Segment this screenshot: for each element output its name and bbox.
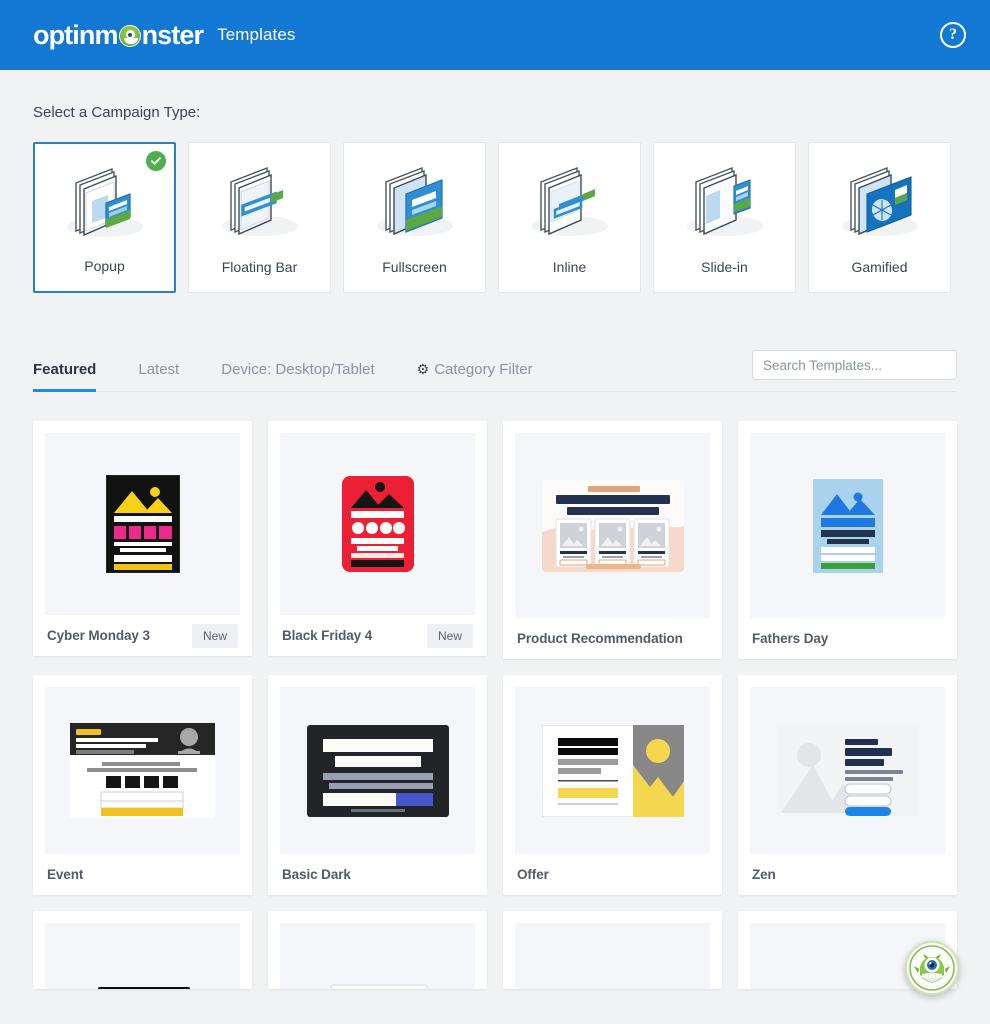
- campaign-type-slide-in-label: Slide-in: [701, 259, 748, 275]
- campaign-type-inline-label: Inline: [552, 259, 587, 275]
- template-name: Offer: [517, 867, 549, 882]
- template-grid: Cyber Monday 3 New Black Friday 4 New Pr…: [33, 421, 973, 989]
- template-preview: [45, 923, 240, 989]
- popup-campaign-icon: [66, 167, 143, 237]
- new-badge: New: [191, 623, 238, 648]
- campaign-type-inline[interactable]: Inline: [498, 142, 641, 293]
- template-card-partial-1[interactable]: [33, 911, 252, 989]
- template-footer: Cyber Monday 3 New: [33, 615, 252, 656]
- template-name: Black Friday 4: [282, 628, 373, 643]
- partial-dark-preview: [97, 987, 190, 989]
- campaign-type-fullscreen[interactable]: Fullscreen: [343, 142, 486, 293]
- tab-category-filter-label: Category Filter: [434, 361, 533, 378]
- header-actions: ?: [940, 22, 966, 48]
- event-preview: [70, 723, 215, 818]
- search-input[interactable]: [752, 350, 957, 380]
- logo-text: optinm nster: [33, 19, 204, 50]
- fullscreen-campaign-icon: [376, 166, 453, 236]
- template-name: Basic Dark: [282, 867, 351, 882]
- template-card-basic-dark[interactable]: Basic Dark: [268, 675, 487, 895]
- template-preview: [750, 687, 945, 854]
- new-badge: New: [426, 623, 473, 648]
- tab-featured-label: Featured: [33, 361, 97, 378]
- template-name: Product Recommendation: [517, 631, 683, 646]
- optinmonster-logo[interactable]: optinm nster Templates: [33, 19, 296, 50]
- cyber-monday-3-preview: [105, 475, 180, 573]
- template-preview: [45, 687, 240, 854]
- partial-orange-preview: [542, 955, 684, 989]
- template-footer: Product Recommendation: [503, 618, 722, 659]
- tab-latest[interactable]: Latest: [138, 361, 179, 391]
- template-preview: [750, 433, 945, 618]
- template-card-fathers-day[interactable]: Fathers Day: [738, 421, 957, 659]
- template-filter-tabbar: Featured Latest Device: Desktop/Tablet ⚙…: [33, 340, 957, 392]
- floating-bar-campaign-icon: [221, 166, 298, 236]
- logo-text-part1: optinm: [33, 19, 118, 50]
- template-footer: Event: [33, 854, 252, 895]
- template-preview: [515, 687, 710, 854]
- product-recommendation-preview: [541, 479, 684, 572]
- slide-in-campaign-icon: [686, 166, 763, 236]
- template-footer: Black Friday 4 New: [268, 615, 487, 656]
- template-name: Cyber Monday 3: [47, 628, 150, 643]
- template-card-partial-2[interactable]: [268, 911, 487, 989]
- template-card-product-recommendation[interactable]: Product Recommendation: [503, 421, 722, 659]
- campaign-type-popup[interactable]: Popup: [33, 142, 176, 293]
- template-footer: Fathers Day: [738, 618, 957, 659]
- inline-campaign-icon: [531, 166, 608, 236]
- monster-mouth-icon: [123, 38, 138, 44]
- app-header: optinm nster Templates ?: [0, 0, 990, 70]
- template-preview: [280, 433, 475, 615]
- template-card-offer[interactable]: Offer: [503, 675, 722, 895]
- gamified-campaign-icon: [841, 166, 918, 236]
- template-footer: Basic Dark: [268, 854, 487, 895]
- campaign-type-slide-in[interactable]: Slide-in: [653, 142, 796, 293]
- page-title: Templates: [217, 25, 296, 44]
- black-friday-4-preview: [341, 476, 414, 572]
- campaign-type-list: Popup Floating Bar Fullscreen Inline Sli…: [33, 142, 990, 293]
- template-footer: Zen: [738, 854, 957, 895]
- campaign-type-popup-label: Popup: [84, 258, 125, 274]
- template-card-zen[interactable]: Zen: [738, 675, 957, 895]
- campaign-type-floating-bar-label: Floating Bar: [221, 259, 298, 275]
- basic-dark-preview: [306, 724, 449, 817]
- tab-device-filter[interactable]: Device: Desktop/Tablet: [221, 361, 374, 391]
- partial-light-preview: [330, 984, 427, 989]
- template-card-black-friday-4[interactable]: Black Friday 4 New: [268, 421, 487, 656]
- tab-latest-label: Latest: [138, 361, 180, 378]
- template-preview: [280, 687, 475, 854]
- selected-check-icon: [146, 151, 166, 171]
- optinmonster-chat-monster-icon: [909, 945, 955, 991]
- template-preview: [515, 923, 710, 989]
- help-icon[interactable]: ?: [940, 22, 966, 48]
- template-footer: Offer: [503, 854, 722, 895]
- search-templates-box: [752, 350, 957, 380]
- chat-widget-button[interactable]: [905, 941, 959, 995]
- template-preview: [45, 433, 240, 615]
- fathers-day-preview: [812, 478, 883, 573]
- tab-category-filter[interactable]: ⚙ Category Filter: [417, 361, 533, 391]
- campaign-type-floating-bar[interactable]: Floating Bar: [188, 142, 331, 293]
- template-name: Fathers Day: [752, 631, 829, 646]
- template-name: Zen: [752, 867, 776, 882]
- template-card-event[interactable]: Event: [33, 675, 252, 895]
- logo-text-part2: nster: [141, 19, 204, 50]
- campaign-type-gamified[interactable]: Gamified: [808, 142, 951, 293]
- template-preview: [515, 433, 710, 618]
- monster-logo-icon: [118, 25, 141, 47]
- offer-preview: [541, 724, 684, 817]
- template-card-cyber-monday-3[interactable]: Cyber Monday 3 New: [33, 421, 252, 656]
- campaign-type-gamified-label: Gamified: [851, 259, 908, 275]
- tab-device-filter-label: Device: Desktop/Tablet: [221, 361, 375, 378]
- gear-icon: ⚙: [416, 361, 430, 377]
- partial-red-preview: [777, 955, 919, 989]
- campaign-type-fullscreen-label: Fullscreen: [382, 259, 447, 275]
- template-card-partial-3[interactable]: [503, 911, 722, 989]
- campaign-type-label: Select a Campaign Type:: [33, 104, 201, 121]
- zen-preview: [776, 724, 919, 817]
- template-preview: [280, 923, 475, 989]
- tab-featured[interactable]: Featured: [33, 361, 97, 392]
- template-name: Event: [47, 867, 84, 882]
